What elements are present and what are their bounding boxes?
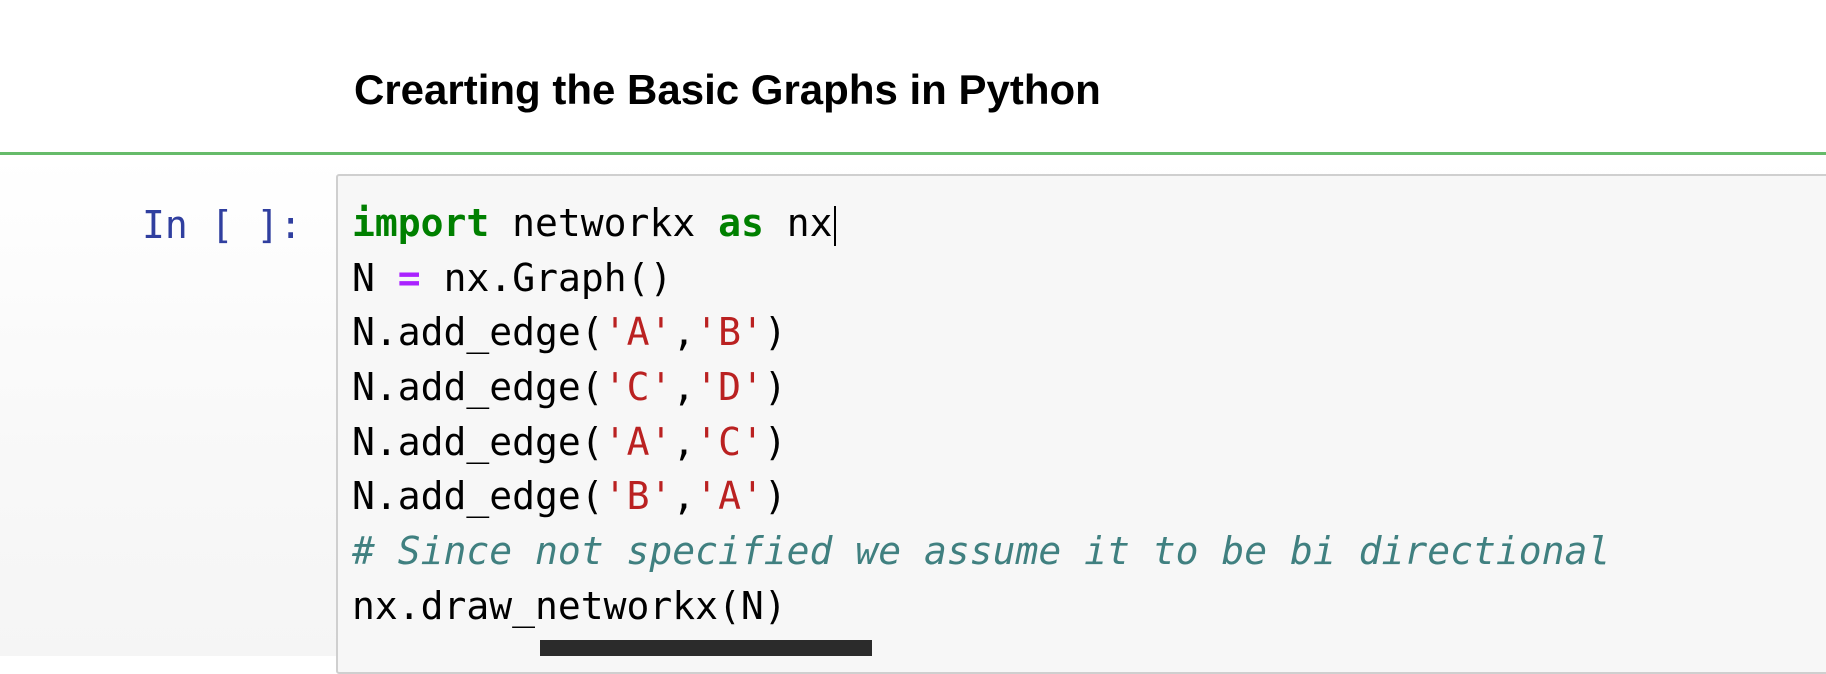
method-call: N.add_edge — [352, 419, 581, 464]
code-line-edge: N.add_edge('B','A') — [352, 474, 787, 519]
string-literal: B — [626, 474, 650, 519]
string-literal: A — [626, 310, 650, 355]
code-line-draw: nx.draw_networkx(N) — [352, 583, 787, 628]
method-call: N.add_edge — [352, 310, 581, 355]
string-literal: A — [718, 474, 742, 519]
string-literal: C — [718, 419, 742, 464]
code-comment: # Since not specified we assume it to be… — [352, 529, 1611, 574]
markdown-cell[interactable]: Crearting the Basic Graphs in Python — [0, 0, 1826, 154]
input-prompt: In [ ]: — [142, 203, 303, 247]
string-literal: C — [626, 365, 650, 410]
code-line-edge: N.add_edge('A','B') — [352, 310, 787, 355]
keyword-as: as — [718, 201, 764, 245]
code-editor[interactable]: import networkx as nx N = nx.Graph() N.add… — [352, 196, 1610, 634]
video-control-overlay — [540, 640, 872, 656]
code-line-edge: N.add_edge('A','C') — [352, 419, 787, 464]
section-heading: Crearting the Basic Graphs in Python — [354, 66, 1101, 113]
string-literal: D — [718, 365, 742, 410]
module-alias: nx — [786, 201, 833, 245]
string-literal: A — [626, 419, 650, 464]
code-line-import: import networkx as nx — [352, 196, 1610, 251]
method-call: N.add_edge — [352, 365, 581, 410]
graph-constructor: nx.Graph() — [443, 255, 673, 300]
keyword-import: import — [352, 201, 490, 245]
code-line-edge: N.add_edge('C','D') — [352, 365, 787, 410]
assign-operator: = — [397, 255, 421, 300]
method-call: N.add_edge — [352, 474, 581, 519]
module-name: networkx — [512, 201, 696, 245]
variable-name: N — [352, 255, 375, 300]
code-line-graph: N = nx.Graph() — [352, 251, 1610, 306]
string-literal: B — [718, 310, 742, 355]
text-cursor — [833, 205, 836, 246]
